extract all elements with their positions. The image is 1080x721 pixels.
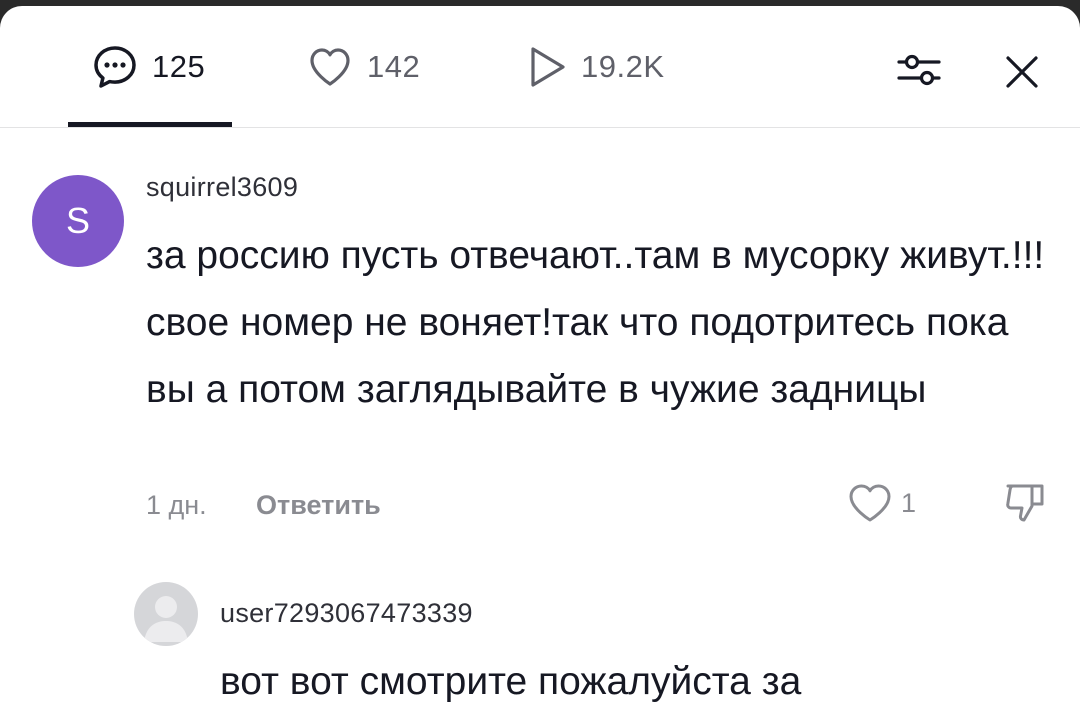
- comments-count: 125: [152, 49, 206, 84]
- filter-button[interactable]: [893, 47, 945, 93]
- comments-sheet: 125 142 19.2K S squirrel3609 за россию п…: [0, 6, 1080, 721]
- comment-timestamp: 1 дн.: [146, 490, 207, 520]
- heart-outline-icon: [849, 484, 891, 522]
- comment-username[interactable]: user7293067473339: [220, 598, 473, 629]
- heart-outline-icon: [310, 48, 350, 86]
- avatar[interactable]: S: [32, 175, 124, 267]
- reply-button[interactable]: Ответить: [256, 490, 381, 521]
- avatar-letter: S: [65, 200, 90, 241]
- comment-text: вот вот смотрите пожалуйста за: [220, 660, 802, 703]
- default-avatar-icon: [144, 596, 188, 642]
- comment-bubble-icon: [94, 46, 136, 88]
- thumbs-down-icon: [1006, 484, 1044, 522]
- tab-likes[interactable]: 142: [307, 44, 420, 90]
- play-icon: [531, 47, 565, 87]
- comment-text: за россию пусть отвечают..там в мусорку …: [146, 234, 1045, 411]
- avatar[interactable]: [134, 582, 198, 646]
- comment-like-count: 1: [901, 487, 917, 518]
- tab-views[interactable]: 19.2K: [525, 44, 665, 90]
- comment-like-button[interactable]: 1: [845, 480, 916, 526]
- views-count: 19.2K: [581, 49, 665, 84]
- tab-comments[interactable]: 125: [92, 44, 205, 90]
- likes-count: 142: [367, 49, 421, 84]
- dislike-button[interactable]: [1002, 480, 1048, 526]
- close-icon: [1006, 56, 1038, 88]
- comment-username[interactable]: squirrel3609: [146, 172, 298, 203]
- active-tab-indicator: [68, 122, 232, 127]
- close-button[interactable]: [998, 48, 1046, 96]
- filter-sliders-icon: [897, 54, 941, 86]
- tab-bar: 125 142 19.2K: [0, 6, 1080, 128]
